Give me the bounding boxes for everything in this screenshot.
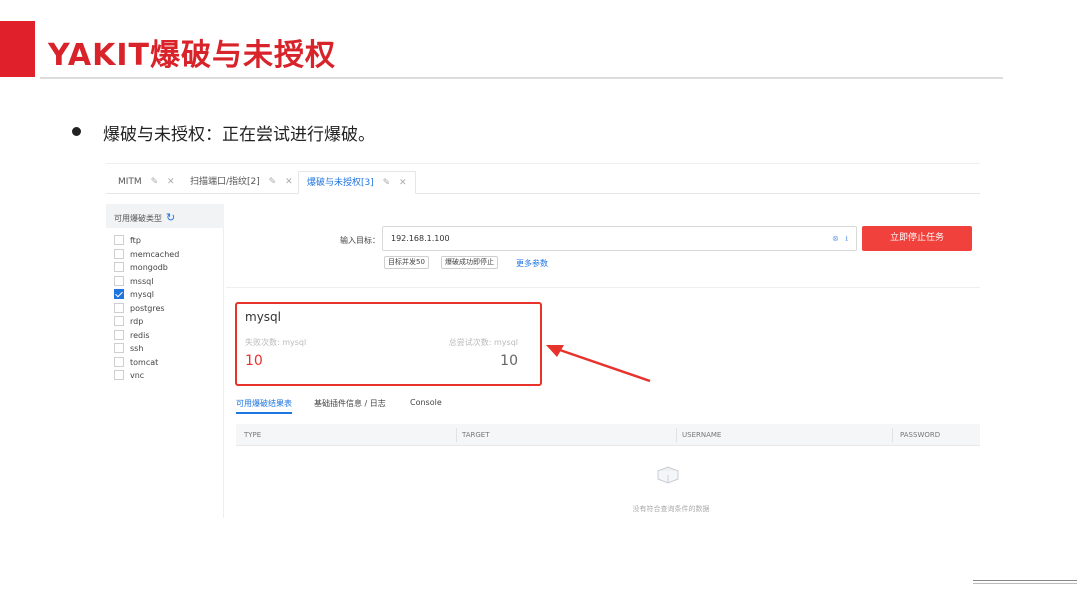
tab-mitm[interactable]: MITM ✎ ✕ — [110, 171, 183, 194]
concurrency-button[interactable]: 目标并发50 — [384, 256, 429, 269]
column-separator — [892, 428, 893, 442]
input-action-icons[interactable]: ⊗ ⭳ — [832, 233, 850, 247]
item-label: redis — [130, 331, 150, 340]
tab-label: MITM — [118, 177, 142, 187]
sidebar-item-mongodb[interactable]: mongodb — [114, 262, 168, 275]
sidebar-header: 可用爆破类型 ↻ — [106, 204, 224, 228]
tab-results[interactable]: 可用爆破结果表 — [236, 398, 292, 414]
checkbox[interactable] — [114, 343, 124, 353]
results-table-header: TYPE TARGET USERNAME PASSWORD — [236, 424, 980, 446]
edit-icon[interactable]: ✎ — [269, 177, 277, 187]
sidebar-item-mssql[interactable]: mssql — [114, 276, 153, 289]
target-label: 输入目标： — [340, 236, 380, 245]
checkbox[interactable] — [114, 370, 124, 380]
col-target: TARGET — [462, 431, 490, 439]
item-label: mongodb — [130, 263, 168, 272]
bullet-icon — [72, 127, 81, 136]
tab-brute-force[interactable]: 爆破与未授权[3] ✎ ✕ — [298, 171, 416, 194]
target-value: 192.168.1.100 — [391, 234, 450, 243]
checkbox[interactable] — [114, 262, 124, 272]
col-type: TYPE — [244, 431, 262, 439]
footer-decoration — [973, 580, 1077, 584]
close-icon[interactable]: ✕ — [285, 177, 293, 187]
title-accent-bar — [0, 21, 35, 77]
item-label: memcached — [130, 250, 180, 259]
col-password: PASSWORD — [900, 431, 941, 439]
stats-card: mysql 失败次数: mysql 总尝试次数: mysql 10 10 — [235, 302, 542, 386]
checkbox[interactable] — [114, 249, 124, 259]
tab-plugin-log[interactable]: 基础插件信息 / 日志 — [314, 398, 386, 409]
close-icon[interactable]: ✕ — [399, 178, 407, 188]
item-label: tomcat — [130, 358, 159, 367]
sidebar-item-redis[interactable]: redis — [114, 330, 150, 343]
stats-title: mysql — [245, 310, 281, 324]
slide-title: YAKIT爆破与未授权 — [48, 38, 336, 73]
sidebar-item-tomcat[interactable]: tomcat — [114, 357, 158, 370]
tab-console[interactable]: Console — [410, 398, 442, 407]
total-count-label: 总尝试次数: mysql — [448, 338, 518, 347]
fail-count-value: 10 — [245, 353, 263, 369]
close-icon[interactable]: ✕ — [167, 177, 175, 187]
item-label: postgres — [130, 304, 165, 313]
edit-icon[interactable]: ✎ — [151, 177, 159, 187]
checkbox[interactable] — [114, 303, 124, 313]
stop-on-success-button[interactable]: 爆破成功即停止 — [441, 256, 498, 269]
stop-task-button[interactable]: 立即停止任务 — [862, 226, 972, 251]
item-label: rdp — [130, 317, 144, 326]
item-label: mysql — [130, 290, 154, 299]
form-divider — [226, 287, 980, 288]
item-label: mssql — [130, 277, 154, 286]
checkbox[interactable] — [114, 276, 124, 286]
annotation-arrow-icon — [546, 345, 651, 383]
brute-type-sidebar: 可用爆破类型 ↻ ftp memcached mongodb mssql mysq… — [106, 204, 224, 518]
sidebar-title: 可用爆破类型 — [114, 214, 162, 223]
col-username: USERNAME — [682, 431, 722, 439]
more-params-link[interactable]: 更多参数 — [516, 258, 548, 269]
empty-table-text: 没有符合查询条件的数据 — [632, 505, 710, 513]
tab-bar: MITM ✎ ✕ 扫描端口/指纹[2] ✎ ✕ 爆破与未授权[3] ✎ ✕ — [106, 164, 980, 194]
checkbox[interactable] — [114, 357, 124, 367]
tab-label: 扫描端口/指纹[2] — [190, 177, 260, 187]
sidebar-item-vnc[interactable]: vnc — [114, 370, 144, 383]
edit-icon[interactable]: ✎ — [383, 178, 391, 188]
bullet-text: 爆破与未授权：正在尝试进行爆破。 — [103, 125, 375, 145]
total-count-value: 10 — [500, 353, 518, 369]
sidebar-item-ftp[interactable]: ftp — [114, 235, 141, 248]
target-input[interactable]: 192.168.1.100 ⊗ ⭳ — [382, 226, 857, 251]
tab-label: 爆破与未授权[3] — [307, 178, 374, 188]
sidebar-item-postgres[interactable]: postgres — [114, 303, 165, 316]
checkbox[interactable] — [114, 330, 124, 340]
column-separator — [676, 428, 677, 442]
item-label: vnc — [130, 371, 145, 380]
fail-count-label: 失败次数: mysql — [245, 338, 307, 347]
sidebar-item-mysql[interactable]: mysql — [114, 289, 154, 302]
empty-box-icon — [656, 466, 680, 484]
checkbox[interactable] — [114, 316, 124, 326]
column-separator — [456, 428, 457, 442]
sidebar-item-rdp[interactable]: rdp — [114, 316, 143, 329]
sidebar-item-ssh[interactable]: ssh — [114, 343, 143, 356]
item-label: ftp — [130, 236, 141, 245]
item-label: ssh — [130, 344, 144, 353]
title-divider — [40, 77, 1003, 79]
refresh-icon[interactable]: ↻ — [166, 211, 175, 224]
checkbox-checked[interactable] — [114, 289, 124, 299]
tab-port-scan[interactable]: 扫描端口/指纹[2] ✎ ✕ — [182, 171, 301, 194]
sidebar-item-memcached[interactable]: memcached — [114, 249, 179, 262]
checkbox[interactable] — [114, 235, 124, 245]
